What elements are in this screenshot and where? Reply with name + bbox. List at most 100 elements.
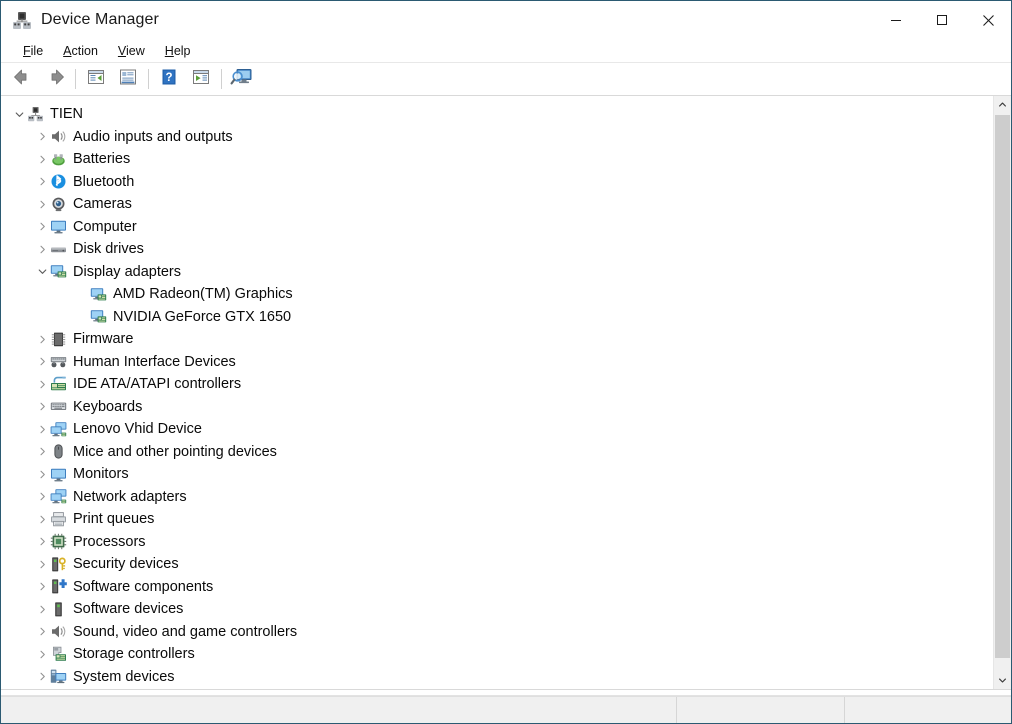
svg-text:?: ? <box>165 72 172 84</box>
tree-item-security-devices[interactable]: Security devices <box>1 553 993 576</box>
chevron-right-icon[interactable] <box>34 582 50 591</box>
network-adapter-icon <box>50 488 67 505</box>
tree-item-label: AMD Radeon(TM) Graphics <box>113 287 293 302</box>
chevron-right-icon[interactable] <box>34 335 50 344</box>
scan-changes-icon <box>191 68 211 91</box>
tree-item-audio-inputs-and-outputs[interactable]: Audio inputs and outputs <box>1 126 993 149</box>
chevron-right-icon[interactable] <box>34 560 50 569</box>
menu-action-rest: ction <box>72 44 98 58</box>
tree-item-label: Sound, video and game controllers <box>73 625 297 640</box>
tree-item-cameras[interactable]: Cameras <box>1 193 993 216</box>
menu-view[interactable]: View <box>108 40 155 62</box>
menu-file[interactable]: File <box>13 40 53 62</box>
menu-bar: File Action View Help <box>1 39 1011 63</box>
chevron-right-icon[interactable] <box>34 177 50 186</box>
console-tree-icon <box>86 68 106 91</box>
chevron-right-icon[interactable] <box>34 132 50 141</box>
keyboard-icon <box>50 398 67 415</box>
tree-item-print-queues[interactable]: Print queues <box>1 508 993 531</box>
tree-item-disk-drives[interactable]: Disk drives <box>1 238 993 261</box>
scrollbar-track[interactable] <box>994 113 1011 672</box>
scroll-up-button[interactable] <box>994 96 1011 113</box>
chevron-right-icon[interactable] <box>34 425 50 434</box>
tree-item-label: IDE ATA/ATAPI controllers <box>73 377 241 392</box>
help-question-icon: ? <box>160 68 178 91</box>
minimize-button[interactable] <box>873 1 919 39</box>
chevron-right-icon[interactable] <box>34 537 50 546</box>
tree-item-nvidia-geforce-gtx-1650[interactable]: NVIDIA GeForce GTX 1650 <box>1 306 993 329</box>
tree-item-root[interactable]: TIEN <box>1 103 993 126</box>
chevron-right-icon[interactable] <box>34 245 50 254</box>
update-driver-button[interactable] <box>226 65 258 93</box>
back-button[interactable] <box>7 65 39 93</box>
monitor-icon <box>50 218 67 235</box>
chevron-right-icon[interactable] <box>34 650 50 659</box>
menu-view-accel: V <box>118 44 126 58</box>
chevron-right-icon[interactable] <box>34 447 50 456</box>
chevron-right-icon[interactable] <box>34 380 50 389</box>
tree-item-network-adapters[interactable]: Network adapters <box>1 486 993 509</box>
chevron-right-icon[interactable] <box>34 605 50 614</box>
tree-item-firmware[interactable]: Firmware <box>1 328 993 351</box>
tree-item-storage-controllers[interactable]: Storage controllers <box>1 643 993 666</box>
printer-icon <box>50 511 67 528</box>
menu-action[interactable]: Action <box>53 40 108 62</box>
tree-item-label: Processors <box>73 535 146 550</box>
show-hide-console-tree-button[interactable] <box>80 65 112 93</box>
vertical-scrollbar[interactable] <box>993 96 1011 689</box>
hid-icon <box>50 353 67 370</box>
tree-item-keyboards[interactable]: Keyboards <box>1 396 993 419</box>
properties-icon <box>118 68 138 91</box>
tree-item-processors[interactable]: Processors <box>1 531 993 554</box>
tree-item-human-interface-devices[interactable]: Human Interface Devices <box>1 351 993 374</box>
tree-item-ide-ata-atapi-controllers[interactable]: IDE ATA/ATAPI controllers <box>1 373 993 396</box>
chevron-right-icon[interactable] <box>34 200 50 209</box>
tree-item-display-adapters[interactable]: Display adapters <box>1 261 993 284</box>
scan-hardware-changes-button[interactable] <box>185 65 217 93</box>
scrollbar-thumb[interactable] <box>995 115 1010 658</box>
close-button[interactable] <box>965 1 1011 39</box>
chevron-right-icon[interactable] <box>34 357 50 366</box>
maximize-button[interactable] <box>919 1 965 39</box>
menu-help[interactable]: Help <box>155 40 201 62</box>
tree-item-label: Keyboards <box>73 400 142 415</box>
tree-item-computer[interactable]: Computer <box>1 216 993 239</box>
tree-item-mice-and-other-pointing-devices[interactable]: Mice and other pointing devices <box>1 441 993 464</box>
chevron-right-icon[interactable] <box>34 672 50 681</box>
disk-drive-icon <box>50 241 67 258</box>
tree-item-monitors[interactable]: Monitors <box>1 463 993 486</box>
help-button[interactable]: ? <box>153 65 185 93</box>
tree-item-batteries[interactable]: Batteries <box>1 148 993 171</box>
tree-item-system-devices[interactable]: System devices <box>1 666 993 689</box>
tree-item-software-components[interactable]: Software components <box>1 576 993 599</box>
chevron-right-icon[interactable] <box>34 627 50 636</box>
status-pane-3 <box>844 697 1011 723</box>
tree-item-label: Lenovo Vhid Device <box>73 422 202 437</box>
device-tree[interactable]: TIEN Audio inputs and outputsBatteriesBl… <box>1 96 993 689</box>
scroll-down-button[interactable] <box>994 672 1011 689</box>
chevron-right-icon[interactable] <box>34 515 50 524</box>
storage-controller-icon <box>50 646 67 663</box>
tree-item-label: Mice and other pointing devices <box>73 445 277 460</box>
chevron-down-icon[interactable] <box>11 110 27 119</box>
tree-item-lenovo-vhid-device[interactable]: Lenovo Vhid Device <box>1 418 993 441</box>
chevron-right-icon[interactable] <box>34 470 50 479</box>
properties-button[interactable] <box>112 65 144 93</box>
tree-item-sound-video-and-game-controllers[interactable]: Sound, video and game controllers <box>1 621 993 644</box>
chevron-right-icon[interactable] <box>34 222 50 231</box>
chevron-right-icon[interactable] <box>34 155 50 164</box>
content-area: TIEN Audio inputs and outputsBatteriesBl… <box>1 96 1011 690</box>
forward-button[interactable] <box>39 65 71 93</box>
tree-item-software-devices[interactable]: Software devices <box>1 598 993 621</box>
status-bar <box>1 696 1011 723</box>
tree-item-label: System devices <box>73 670 175 685</box>
tree-item-label: Print queues <box>73 512 154 527</box>
tree-item-bluetooth[interactable]: Bluetooth <box>1 171 993 194</box>
tree-item-label: Monitors <box>73 467 129 482</box>
processor-icon <box>50 533 67 550</box>
chevron-right-icon[interactable] <box>34 402 50 411</box>
chevron-right-icon[interactable] <box>34 492 50 501</box>
tree-item-amd-radeon-tm-graphics[interactable]: AMD Radeon(TM) Graphics <box>1 283 993 306</box>
chevron-down-icon[interactable] <box>34 267 50 276</box>
software-device-icon <box>50 601 67 618</box>
